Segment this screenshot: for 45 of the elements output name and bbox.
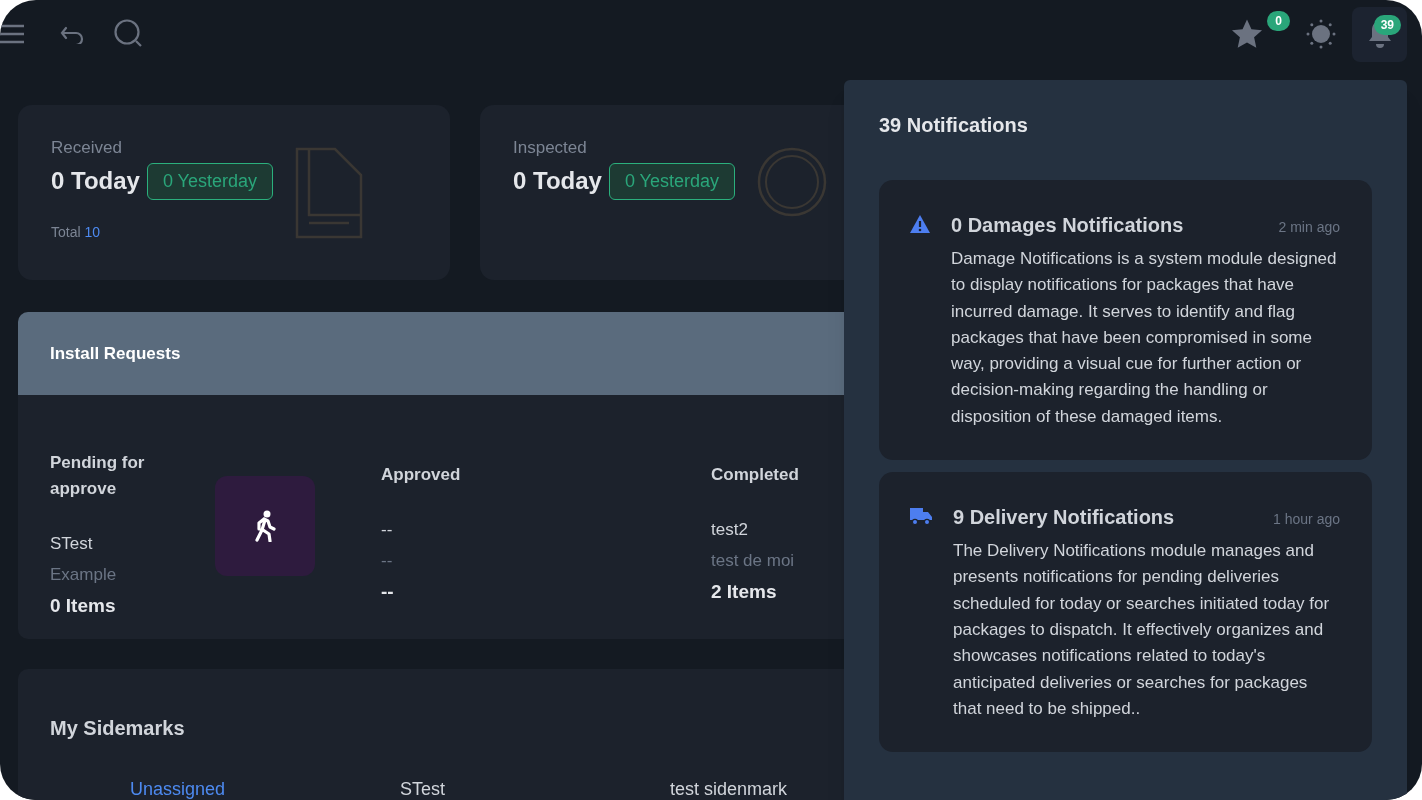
yesterday-badge: 0 Yesterday bbox=[608, 162, 735, 200]
item-line: -- bbox=[381, 519, 393, 541]
notification-time: 1 hour ago bbox=[1273, 510, 1340, 530]
today-count: 0 Today bbox=[513, 166, 602, 196]
sidemark-item[interactable]: Unassigned bbox=[130, 779, 226, 799]
total-value: 10 bbox=[84, 222, 101, 242]
item-line: test2 bbox=[711, 519, 748, 541]
notification-title: 9 Delivery Notifications bbox=[953, 505, 1175, 531]
column-title: Pending for approve bbox=[50, 452, 146, 500]
search-icon[interactable] bbox=[114, 19, 144, 49]
today-count: 0 Today bbox=[51, 166, 140, 196]
return-icon[interactable] bbox=[60, 24, 84, 44]
item-line: test de moi bbox=[711, 550, 795, 572]
sidemark-item[interactable]: test sidenmark bbox=[670, 779, 788, 799]
column-title: Approved bbox=[381, 464, 461, 486]
section-title: My Sidemarks bbox=[50, 716, 186, 741]
section-title: Install Requests bbox=[50, 342, 181, 365]
favorites-button[interactable]: 0 bbox=[1230, 9, 1290, 59]
item-count: 2 Items bbox=[711, 580, 777, 604]
menu-icon[interactable] bbox=[0, 23, 26, 45]
yesterday-badge: 0 Yesterday bbox=[146, 162, 273, 200]
column-title: Completed bbox=[711, 464, 799, 486]
document-icon bbox=[295, 147, 363, 239]
notifications-button[interactable]: 39 bbox=[1352, 6, 1407, 62]
item-line: STest bbox=[50, 533, 93, 555]
notification-text: Damage Notifications is a system module designed to display notifications for packages that have incurred damage. It serves to identify and flag packages that have been compromised in some way, providing a visual cue for further action or decision-making regarding the handling or disposition of these damaged items. bbox=[951, 248, 1338, 428]
notification-time: 2 min ago bbox=[1278, 218, 1340, 237]
item-count: -- bbox=[381, 580, 394, 604]
count-badge: 0 bbox=[1267, 11, 1290, 31]
warning-icon bbox=[909, 214, 931, 234]
notification-text: The Delivery Notifications module manages and presents notifications for pending deliveries scheduled for today or searches initiated today for packages to dispatch. It effectively organizes and showcases notifications related to today's anticipated deliveries or searches for packages that need to be shipped.. bbox=[953, 540, 1331, 720]
notification-title: 0 Damages Notifications bbox=[951, 213, 1184, 238]
stat-label: Inspected bbox=[513, 137, 588, 159]
sidemark-item[interactable]: STest bbox=[400, 779, 446, 799]
item-count: 0 Items bbox=[50, 594, 116, 618]
panel-title: 39 Notifications bbox=[879, 113, 1029, 138]
walking-person-icon bbox=[253, 510, 277, 542]
truck-icon bbox=[909, 506, 933, 527]
item-line: -- bbox=[381, 550, 393, 572]
total-label: Total bbox=[51, 222, 81, 242]
brightness-icon[interactable] bbox=[1306, 19, 1336, 49]
item-line: Example bbox=[50, 564, 117, 586]
count-badge: 39 bbox=[1373, 14, 1401, 35]
stat-label: Received bbox=[51, 137, 123, 159]
star-icon bbox=[1230, 18, 1264, 50]
